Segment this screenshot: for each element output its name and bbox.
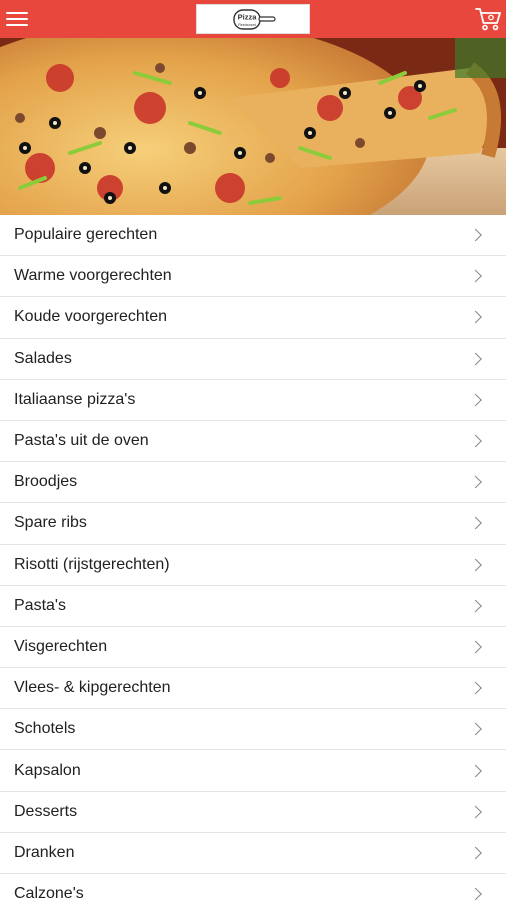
chevron-right-icon (469, 311, 482, 324)
category-item[interactable]: Visgerechten (0, 626, 506, 669)
category-item[interactable]: Broodjes (0, 462, 506, 504)
chevron-right-icon (469, 722, 482, 736)
category-item[interactable]: Koude voorgerechten (0, 297, 506, 339)
category-item[interactable]: Vlees- & kipgerechten (0, 668, 506, 710)
category-label: Visgerechten (14, 637, 108, 655)
menu-line (6, 24, 28, 26)
category-label: Pasta's (14, 596, 66, 614)
chevron-right-icon (469, 599, 482, 613)
chevron-right-icon (469, 805, 482, 819)
category-label: Koude voorgerechten (14, 308, 167, 326)
category-item[interactable]: Kapsalon (0, 750, 506, 792)
category-label: Pasta's uit de oven (14, 432, 149, 450)
category-item[interactable]: Populaire gerechten (0, 215, 506, 257)
category-label: Kapsalon (14, 761, 81, 779)
hamburger-menu-icon[interactable] (6, 8, 32, 30)
category-item[interactable]: Pasta's uit de oven (0, 420, 506, 463)
shopping-cart-icon[interactable] (474, 5, 502, 33)
category-item[interactable]: Risotti (rijstgerechten) (0, 544, 506, 586)
category-item[interactable]: Italiaanse pizza's (0, 379, 506, 421)
category-label: Dranken (14, 843, 75, 861)
pizza-photo (0, 38, 506, 215)
category-label: Desserts (14, 802, 78, 820)
category-item[interactable]: Spare ribs (0, 503, 506, 545)
app-header: Pizza Restaurant (0, 0, 506, 38)
category-label: Salades (14, 349, 72, 367)
chevron-right-icon (469, 269, 482, 283)
chevron-right-icon (469, 764, 482, 777)
chevron-right-icon (469, 352, 482, 366)
category-item[interactable]: Dranken (0, 832, 506, 874)
chevron-right-icon (469, 475, 482, 489)
category-label: Spare ribs (14, 514, 87, 532)
pizza-hero-image (0, 38, 506, 215)
menu-line (6, 12, 28, 14)
category-item[interactable]: Pasta's (0, 585, 506, 627)
logo-text: Pizza (238, 13, 258, 22)
chevron-right-icon (469, 846, 482, 860)
category-label: Calzone's (14, 885, 84, 900)
category-label: Warme voorgerechten (14, 267, 172, 285)
category-item[interactable]: Schotels (0, 709, 506, 751)
chevron-right-icon (469, 434, 482, 448)
category-label: Populaire gerechten (14, 226, 158, 244)
pizza-logo-icon: Pizza Restaurant (233, 9, 276, 30)
logo-subtext: Restaurant (238, 23, 256, 27)
category-label: Vlees- & kipgerechten (14, 679, 171, 697)
chevron-right-icon (469, 640, 482, 654)
category-label: Italiaanse pizza's (14, 390, 136, 408)
chevron-right-icon (469, 558, 482, 571)
chevron-right-icon (469, 887, 482, 900)
chevron-right-icon (469, 393, 482, 407)
chevron-right-icon (469, 228, 482, 242)
chevron-right-icon (469, 517, 482, 530)
chevron-right-icon (469, 681, 482, 695)
category-label: Broodjes (14, 473, 78, 491)
restaurant-logo[interactable]: Pizza Restaurant (196, 4, 310, 34)
category-item[interactable]: Calzone's (0, 874, 506, 900)
category-label: Risotti (rijstgerechten) (14, 555, 170, 573)
category-label: Schotels (14, 720, 76, 738)
menu-line (6, 18, 28, 20)
category-item[interactable]: Warme voorgerechten (0, 256, 506, 298)
category-item[interactable]: Salades (0, 338, 506, 380)
category-list: Populaire gerechten Warme voorgerechten Ko… (0, 215, 506, 900)
category-item[interactable]: Desserts (0, 791, 506, 833)
